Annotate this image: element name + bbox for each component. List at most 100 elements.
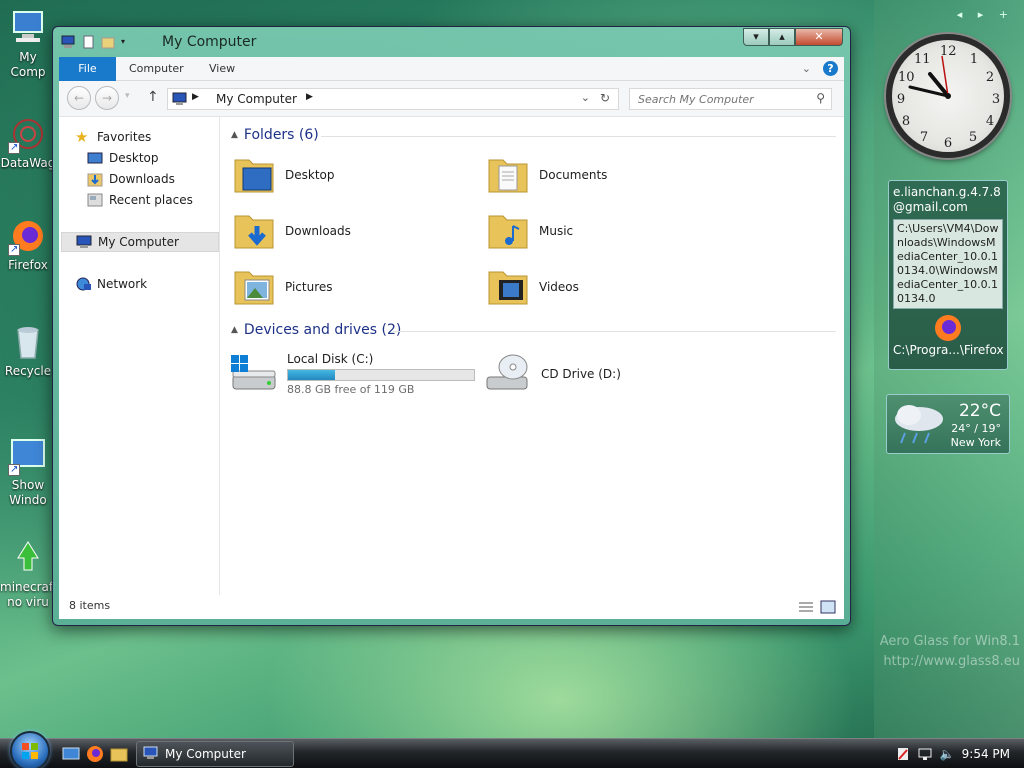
group-divider [321,136,836,137]
shortcut-gadget[interactable]: e.lianchan.g.4.7.8 @gmail.com C:\Users\V… [888,180,1008,370]
details-view-icon[interactable] [798,600,814,617]
folder-downloads[interactable]: Downloads [233,205,483,257]
content-pane: ▲ Folders (6) Desktop Documents Download… [221,117,844,597]
taskbar-item-my-computer[interactable]: My Computer [136,741,294,767]
tab-view[interactable]: View [197,57,247,81]
properties-icon[interactable] [81,35,95,49]
weather-temp: 22°C [958,401,1001,421]
folder-documents[interactable]: Documents [487,149,737,201]
folders-group-heading[interactable]: ▲ Folders (6) [231,127,319,143]
nav-label: Desktop [109,151,159,165]
search-box[interactable]: ⚲ [629,88,832,110]
desktop-icon-show-desktop[interactable]: Show Windo [0,436,56,508]
nav-network[interactable]: Network [75,274,233,294]
taskbar-item-label: My Computer [165,747,246,761]
drive-cd-d[interactable]: CD Drive (D:) [483,345,733,403]
drives-group-heading[interactable]: ▲ Devices and drives (2) [231,322,401,338]
drive-free-space: 88.8 GB free of 119 GB [287,383,415,396]
folder-desktop[interactable]: Desktop [233,149,483,201]
refresh-icon[interactable]: ↻ [600,91,610,105]
nav-label: Recent places [109,193,193,207]
tab-computer[interactable]: Computer [117,57,196,81]
weather-range: 24° / 19° [951,422,1001,435]
drive-usage-bar [287,369,475,381]
cd-drive-icon [483,353,531,395]
windows-logo-icon [22,743,38,759]
network-icon [75,276,91,292]
folder-videos[interactable]: Videos [487,261,737,313]
firefox-icon [893,313,1003,343]
navigation-pane: ★ Favorites Desktop Downloads Recent pla… [59,117,220,597]
folder-label: Documents [539,168,608,182]
system-tray: 🔈 9:54 PM [896,739,1024,768]
search-icon[interactable]: ⚲ [816,91,825,105]
computer-icon [8,8,48,48]
back-button[interactable]: ← [67,86,91,110]
clock-gadget[interactable]: 12 1 2 3 4 5 6 7 8 9 10 11 [886,34,1010,158]
new-folder-icon[interactable] [101,35,115,49]
tray-clock[interactable]: 9:54 PM [962,747,1010,761]
pictures-folder-icon [233,266,275,308]
forward-button[interactable]: → [95,86,119,110]
breadcrumb-arrow-icon[interactable]: ▶ [306,92,313,102]
minimize-button[interactable]: ▾ [743,28,769,46]
ribbon: File Computer View ⌄ ? [59,57,844,81]
watermark-line: Aero Glass for Win8.1 [879,634,1020,649]
network-tray-icon[interactable] [918,747,932,761]
explorer-taskbar-icon[interactable] [110,745,128,763]
gadget-email: e.lianchan.g.4.7.8 @gmail.com [893,185,1001,214]
firefox-taskbar-icon[interactable] [86,745,104,763]
desktop-icon-my-computer[interactable]: My Comp [0,8,56,80]
show-desktop-taskbar-icon[interactable] [62,745,80,763]
address-bar[interactable]: ▶ My Computer ▶ ⌄ ↻ [167,88,619,110]
drive-info: Local Disk (C:) 88.8 GB free of 119 GB [287,352,475,396]
start-button[interactable] [10,731,50,768]
explorer-body: ★ Favorites Desktop Downloads Recent pla… [59,117,844,619]
action-center-icon[interactable] [896,747,910,761]
nav-label: My Computer [98,235,179,249]
large-icons-view-icon[interactable] [820,600,836,617]
desktop-small-icon [87,150,103,166]
breadcrumb-arrow-icon[interactable]: ▶ [192,92,199,102]
hard-drive-icon [229,353,277,395]
nav-favorites[interactable]: ★ Favorites [75,127,233,147]
desktop-icon-recycle-bin[interactable]: Recycle [0,322,56,379]
drive-label: CD Drive (D:) [541,367,621,381]
ribbon-right: ⌄ ? [802,61,838,76]
group-heading-label: Folders (6) [243,127,319,143]
close-button[interactable]: ✕ [795,28,843,46]
drive-local-disk-c[interactable]: Local Disk (C:) 88.8 GB free of 119 GB [229,345,489,403]
search-input[interactable] [630,89,800,109]
group-divider [393,331,836,332]
folder-music[interactable]: Music [487,205,737,257]
datawag-icon [8,114,48,155]
desktop-icon-datawag[interactable]: DataWag [0,114,56,171]
address-history-icon[interactable]: ⌄ [581,91,590,104]
title-bar[interactable]: ▾ My Computer ▾ ▴ ✕ [53,27,850,57]
volume-icon[interactable]: 🔈 [940,747,955,761]
folder-label: Music [539,224,574,238]
desktop-icon-minecraft[interactable]: minecraft no viru [0,538,58,610]
tab-file[interactable]: File [59,57,116,81]
show-desktop-icon [8,436,48,477]
folder-label: Videos [539,280,579,294]
customize-arrow-icon[interactable]: ▾ [121,35,129,49]
watermark-line: http://www.glass8.eu [883,654,1020,669]
up-arrow-icon[interactable]: ↑ [147,89,159,105]
maximize-button[interactable]: ▴ [769,28,795,46]
expand-ribbon-icon[interactable]: ⌄ [802,62,811,75]
recycle-bin-icon [8,322,48,362]
weather-gadget[interactable]: 22°C 24° / 19° New York [886,394,1010,454]
help-icon[interactable]: ? [823,61,838,76]
shortcut-arrow-icon [8,462,20,477]
desktop-icon-firefox[interactable]: Firefox [0,216,56,273]
sidebar-controls[interactable]: ◂ ▸ + [957,8,1014,21]
group-heading-label: Devices and drives (2) [243,322,402,338]
breadcrumb-my-computer[interactable]: My Computer [216,92,297,106]
clock-hands [908,55,951,99]
desktop-icon-label: My Comp [10,50,46,79]
firefox-icon [8,216,48,257]
folder-pictures[interactable]: Pictures [233,261,483,313]
recent-locations-icon[interactable]: ▾ [125,91,130,101]
nav-my-computer[interactable]: My Computer [61,232,219,252]
